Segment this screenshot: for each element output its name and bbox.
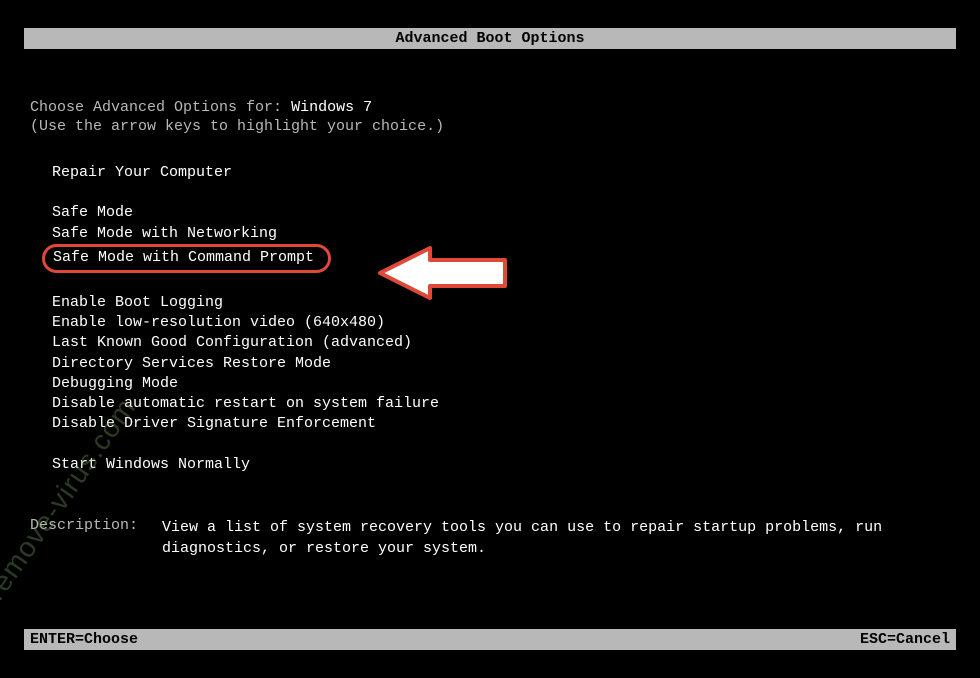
spacer <box>52 435 950 455</box>
menu-item-debugging[interactable]: Debugging Mode <box>52 374 950 394</box>
annotation-arrow <box>360 238 520 313</box>
menu-item-disable-auto-restart[interactable]: Disable automatic restart on system fail… <box>52 394 950 414</box>
description-text: View a list of system recovery tools you… <box>162 517 950 559</box>
title-bar: Advanced Boot Options <box>24 28 956 49</box>
footer-bar: ENTER=Choose ESC=Cancel <box>24 629 956 650</box>
menu-item-start-normally[interactable]: Start Windows Normally <box>52 455 950 475</box>
menu-item-safe-mode-cmd[interactable]: Safe Mode with Command Prompt <box>42 244 331 273</box>
title-text: Advanced Boot Options <box>395 30 584 47</box>
menu-item-repair[interactable]: Repair Your Computer <box>52 163 950 183</box>
os-name: Windows 7 <box>291 99 372 116</box>
spacer <box>52 183 950 203</box>
menu-item-last-known-good[interactable]: Last Known Good Configuration (advanced) <box>52 333 950 353</box>
footer-enter: ENTER=Choose <box>30 631 138 648</box>
arrow-icon <box>360 238 520 308</box>
choose-line: Choose Advanced Options for: Windows 7 <box>30 99 950 116</box>
menu-item-safe-mode[interactable]: Safe Mode <box>52 203 950 223</box>
arrow-key-instructions: (Use the arrow keys to highlight your ch… <box>30 118 950 135</box>
menu-item-disable-driver-sig[interactable]: Disable Driver Signature Enforcement <box>52 414 950 434</box>
content-area: Choose Advanced Options for: Windows 7 (… <box>0 49 980 579</box>
choose-label: Choose Advanced Options for: <box>30 99 282 116</box>
menu-item-directory-services[interactable]: Directory Services Restore Mode <box>52 354 950 374</box>
menu-item-low-res[interactable]: Enable low-resolution video (640x480) <box>52 313 950 333</box>
description-section: Description: View a list of system recov… <box>30 517 950 559</box>
description-label: Description: <box>30 517 162 559</box>
boot-menu: Repair Your Computer Safe Mode Safe Mode… <box>30 163 950 475</box>
footer-esc: ESC=Cancel <box>860 631 950 648</box>
